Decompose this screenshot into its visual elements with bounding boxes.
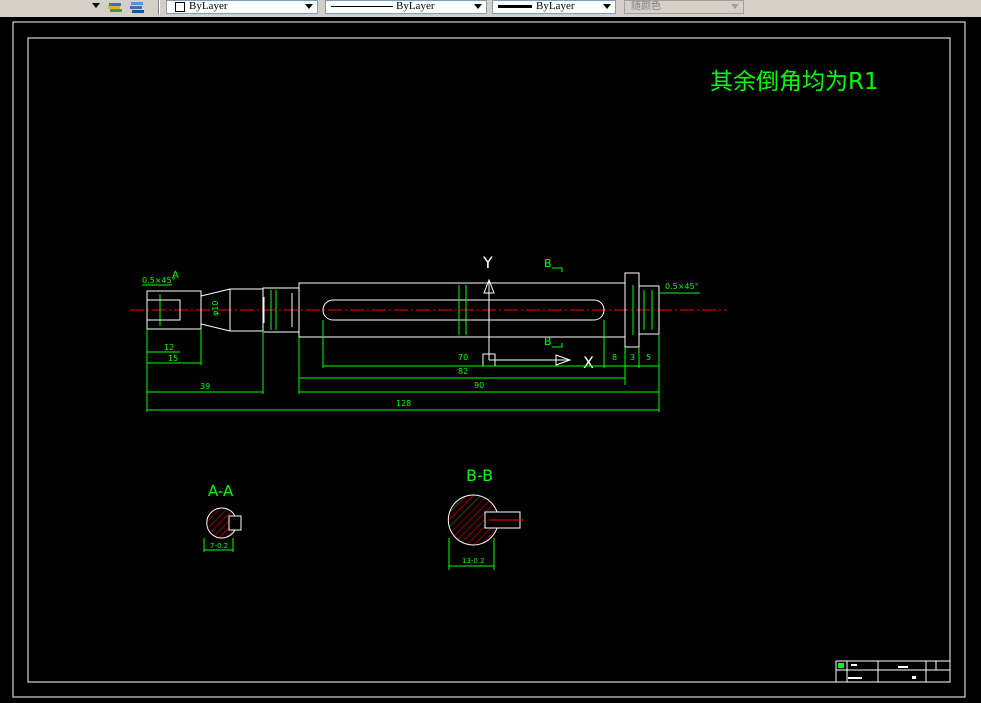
lineweight-sample bbox=[498, 5, 532, 8]
dim-90: 90 bbox=[474, 381, 484, 390]
chamfer-left-label: 0.5×45° bbox=[142, 276, 176, 285]
chamfer-note: 其余倒角均为R1 bbox=[710, 69, 879, 95]
dim-3: 3 bbox=[630, 353, 635, 362]
linetype-combo[interactable]: ByLayer bbox=[325, 0, 487, 14]
model-space-canvas[interactable]: 其余倒角均为R1 0.5×45° 0.5×45° A B B Y X 12 15… bbox=[0, 17, 981, 703]
linetype-combo-value: ByLayer bbox=[396, 0, 435, 12]
chevron-down-icon bbox=[474, 4, 482, 9]
properties-toolbar: ByLayer ByLayer ByLayer 随颜色 bbox=[0, 0, 981, 18]
section-a-marker: A bbox=[172, 270, 179, 281]
dim-70: 70 bbox=[458, 353, 468, 362]
chamfer-right-label: 0.5×45° bbox=[665, 282, 699, 291]
plotstyle-combo-value: 随颜色 bbox=[631, 1, 661, 12]
color-combo[interactable]: ByLayer bbox=[166, 0, 318, 14]
section-b-marker-bottom: B bbox=[544, 335, 552, 348]
plotstyle-combo: 随颜色 bbox=[624, 0, 744, 14]
dim-15: 15 bbox=[168, 354, 178, 363]
section-bb-dim: 13-0.2 bbox=[462, 557, 485, 565]
linetype-sample bbox=[331, 6, 393, 7]
layer-states-icon[interactable] bbox=[128, 0, 146, 14]
dim-5: 5 bbox=[646, 353, 651, 362]
dim-12: 12 bbox=[164, 343, 174, 352]
layer-previous-icon[interactable] bbox=[106, 0, 124, 14]
section-b-marker-top: B bbox=[544, 257, 552, 270]
toolbar-separator bbox=[158, 0, 160, 15]
lineweight-combo-value: ByLayer bbox=[536, 0, 575, 12]
section-bb-title: B-B bbox=[466, 466, 493, 485]
chevron-down-icon bbox=[731, 4, 739, 9]
section-aa-dim: 7-0.2 bbox=[210, 542, 228, 550]
dim-128: 128 bbox=[396, 399, 411, 408]
layer-dropdown-arrow[interactable] bbox=[90, 0, 102, 15]
dim-39: 39 bbox=[200, 382, 210, 391]
dim-phi10: φ10 bbox=[211, 301, 220, 316]
lineweight-combo[interactable]: ByLayer bbox=[492, 0, 616, 14]
color-combo-value: ByLayer bbox=[189, 0, 228, 12]
chevron-down-icon bbox=[305, 4, 313, 9]
ucs-y-label: Y bbox=[482, 253, 493, 272]
dim-82: 82 bbox=[458, 367, 468, 376]
color-swatch bbox=[175, 2, 185, 12]
ucs-x-label: X bbox=[583, 353, 594, 372]
dim-8: 8 bbox=[612, 353, 617, 362]
chevron-down-icon bbox=[603, 4, 611, 9]
section-aa-title: A-A bbox=[208, 482, 234, 500]
